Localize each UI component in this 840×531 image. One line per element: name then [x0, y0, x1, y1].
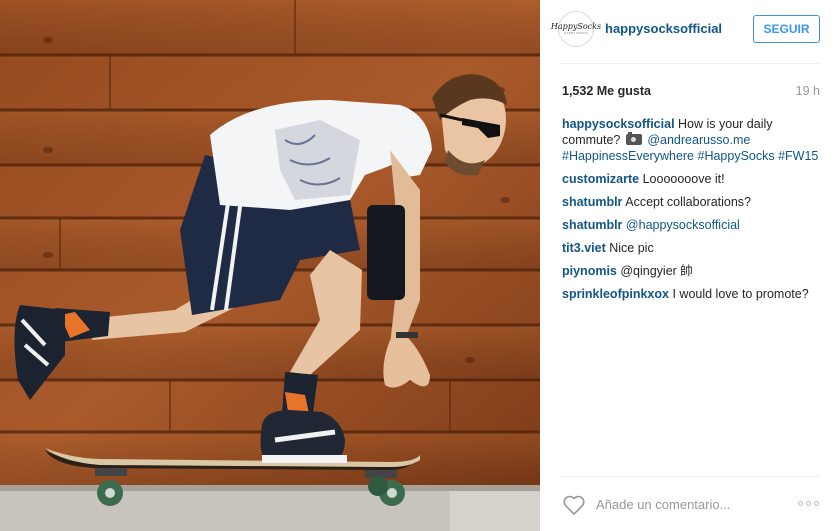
- comment-text: @qingyier 帥: [620, 264, 693, 278]
- camera-icon: [625, 132, 642, 145]
- skateboarder-photo: [0, 0, 540, 531]
- comment-text: Nice pic: [609, 241, 654, 255]
- comment-item: piynomis @qingyier 帥: [562, 263, 824, 279]
- comment-text: Looooooove it!: [642, 172, 725, 186]
- comment-text: I would love to promote?: [672, 287, 809, 301]
- more-dot: [806, 501, 811, 506]
- add-comment-input[interactable]: [596, 494, 776, 514]
- comment-username-link[interactable]: tit3.viet: [562, 241, 606, 255]
- comment-username-link[interactable]: sprinkleofpinkxox: [562, 287, 669, 301]
- caption-mention-link[interactable]: @andrearusso.me: [647, 133, 750, 147]
- heart-icon[interactable]: [562, 494, 586, 516]
- caption: happysocksofficial How is your daily com…: [562, 116, 824, 164]
- comment-item: shatumblr Accept collaborations?: [562, 194, 824, 210]
- divider: [560, 63, 820, 64]
- post-header: HappySocks HAPPY SOCKS happysocksofficia…: [540, 0, 840, 60]
- follow-button[interactable]: SEGUIR: [753, 15, 820, 43]
- header-username-link[interactable]: happysocksofficial: [605, 21, 722, 36]
- instagram-post: HappySocks HAPPY SOCKS happysocksofficia…: [0, 0, 840, 531]
- comments-list: happysocksofficial How is your daily com…: [562, 116, 824, 309]
- more-dot: [798, 501, 803, 506]
- post-timestamp[interactable]: 19 h: [796, 84, 820, 98]
- comment-item: shatumblr @happysocksofficial: [562, 217, 824, 233]
- comment-item: tit3.viet Nice pic: [562, 240, 824, 256]
- more-options-icon[interactable]: [798, 501, 822, 509]
- post-photo[interactable]: [0, 0, 540, 531]
- comment-text: Accept collaborations?: [625, 195, 752, 209]
- more-dot: [814, 501, 819, 506]
- post-stats: 1,532 Me gusta 19 h: [562, 84, 820, 100]
- caption-username-link[interactable]: happysocksofficial: [562, 117, 675, 131]
- comment-item: customizarte Looooooove it!: [562, 171, 824, 187]
- post-footer: [540, 477, 840, 531]
- caption-hashtags[interactable]: #HappinessEverywhere #HappySocks #FW15: [562, 149, 818, 163]
- avatar-logo-text: HappySocks: [550, 21, 602, 31]
- comment-username-link[interactable]: customizarte: [562, 172, 639, 186]
- likes-count[interactable]: 1,532 Me gusta: [562, 84, 651, 98]
- avatar-logo-subtext: HAPPY SOCKS: [564, 30, 588, 35]
- comment-mention-link[interactable]: @happysocksofficial: [626, 218, 740, 232]
- post-sidebar: HappySocks HAPPY SOCKS happysocksofficia…: [540, 0, 840, 531]
- comment-username-link[interactable]: piynomis: [562, 264, 617, 278]
- avatar[interactable]: HappySocks HAPPY SOCKS: [551, 11, 601, 47]
- comment-username-link[interactable]: shatumblr: [562, 195, 622, 209]
- comment-username-link[interactable]: shatumblr: [562, 218, 622, 232]
- comment-item: sprinkleofpinkxox I would love to promot…: [562, 286, 824, 302]
